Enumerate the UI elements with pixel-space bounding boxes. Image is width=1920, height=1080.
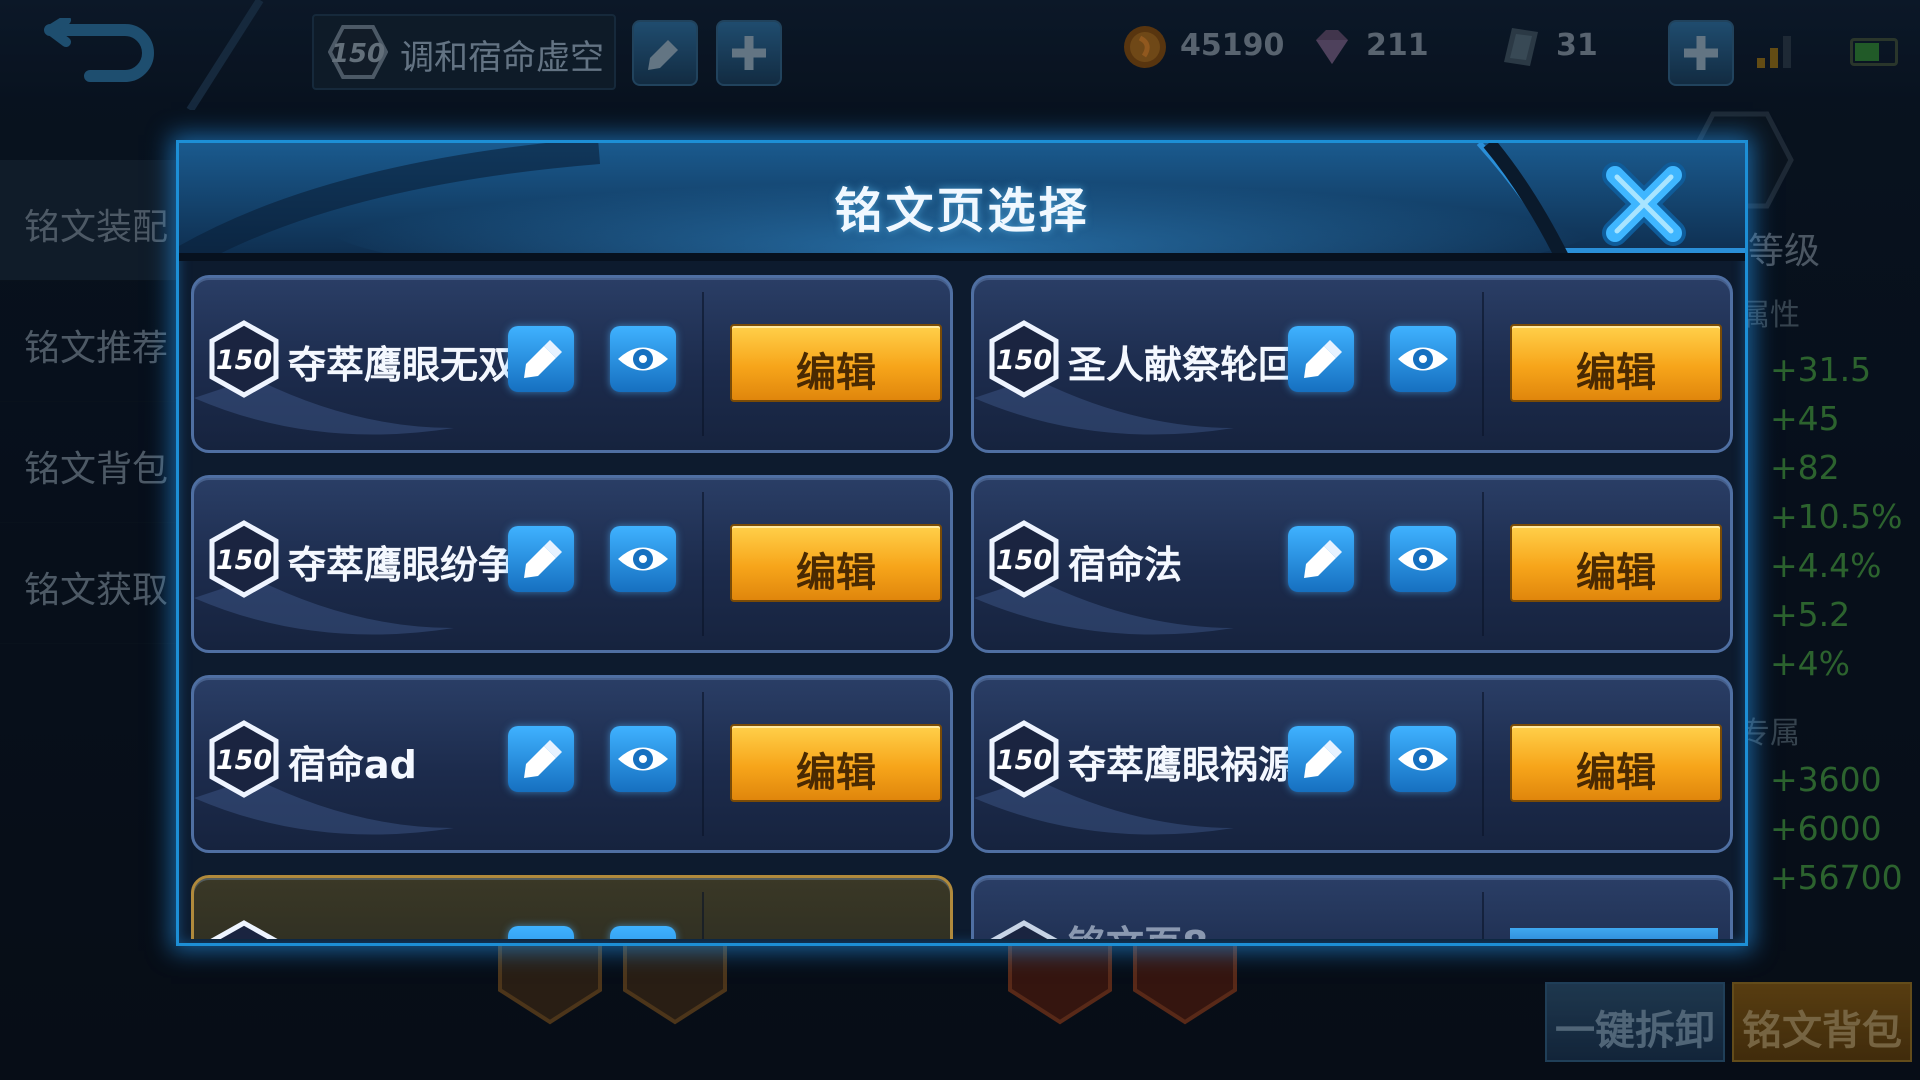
pencil-icon	[524, 540, 562, 578]
hexagon-badge-icon: 150	[989, 520, 1059, 598]
preview-button[interactable]	[1390, 326, 1456, 392]
rename-button[interactable]	[508, 526, 574, 592]
page-list: 150 夺萃鹰眼无双 编辑 150 圣人献祭轮回 编辑 150 夺萃鹰眼纷争 编…	[179, 263, 1745, 939]
close-icon[interactable]	[1599, 159, 1689, 249]
modal-header: 铭文页选择	[179, 143, 1745, 261]
hexagon-badge-icon: 150	[989, 720, 1059, 798]
edit-label: 编辑	[796, 550, 876, 596]
eye-icon	[1398, 547, 1448, 571]
page-name: 夺萃鹰眼祸源	[1068, 743, 1297, 787]
card-divider	[1482, 292, 1484, 436]
preview-button[interactable]	[1390, 526, 1456, 592]
edit-button[interactable]: 编辑	[1510, 724, 1722, 802]
pencil-icon	[1304, 740, 1342, 778]
pencil-icon	[1304, 540, 1342, 578]
card-divider	[702, 292, 704, 436]
preview-button[interactable]	[610, 526, 676, 592]
page-name: 夺萃鹰眼无双	[288, 343, 517, 387]
card-divider	[702, 892, 704, 939]
card-divider	[702, 492, 704, 636]
page-card[interactable]: 150 夺萃鹰眼纷争 编辑	[191, 475, 953, 653]
create-button[interactable]	[1510, 928, 1718, 939]
pencil-icon	[524, 340, 562, 378]
hexagon-badge-icon: 150	[209, 520, 279, 598]
edit-button[interactable]: 编辑	[730, 324, 942, 402]
card-divider	[1482, 892, 1484, 939]
page-level: 150	[216, 745, 272, 776]
edit-label: 编辑	[1576, 750, 1656, 796]
rename-button[interactable]	[1288, 726, 1354, 792]
edit-button[interactable]: 编辑	[730, 724, 942, 802]
page-name: 夺萃鹰眼纷争	[288, 543, 517, 587]
rename-button[interactable]	[508, 926, 574, 939]
eye-icon	[618, 547, 668, 571]
page-select-modal: 铭文页选择 150 夺萃鹰眼无双 编辑 150 圣人献祭轮回 编辑 150 夺萃…	[176, 140, 1748, 946]
hexagon-badge-icon: 150	[989, 320, 1059, 398]
preview-button[interactable]	[1390, 726, 1456, 792]
page-level: 150	[996, 545, 1052, 576]
rename-button[interactable]	[1288, 326, 1354, 392]
rename-button[interactable]	[508, 726, 574, 792]
page-card[interactable]: 150 夺萃鹰眼无双 编辑	[191, 275, 953, 453]
page-card[interactable]: 150 夺萃鹰眼祸源 编辑	[971, 675, 1733, 853]
hexagon-badge-icon	[210, 920, 278, 939]
page-level: 150	[216, 345, 272, 376]
modal-title: 铭文页选择	[834, 183, 1090, 239]
eye-icon	[618, 347, 668, 371]
page-name: 宿命ad	[288, 743, 417, 787]
page-level: 150	[996, 345, 1052, 376]
preview-button[interactable]	[610, 726, 676, 792]
card-divider	[1482, 692, 1484, 836]
preview-button[interactable]	[610, 926, 676, 939]
page-name: 铭文页8	[1068, 914, 1208, 939]
page-card-active[interactable]	[191, 875, 953, 939]
page-card[interactable]: 150 宿命ad 编辑	[191, 675, 953, 853]
page-name: 宿命法	[1068, 543, 1183, 587]
pencil-icon	[524, 740, 562, 778]
pencil-icon	[1304, 340, 1342, 378]
page-level: 150	[996, 745, 1052, 776]
page-name: 圣人献祭轮回	[1068, 343, 1297, 387]
eye-icon	[1398, 747, 1448, 771]
page-card[interactable]: 150 圣人献祭轮回 编辑	[971, 275, 1733, 453]
card-divider	[702, 692, 704, 836]
hexagon-badge-icon	[990, 920, 1058, 939]
edit-button[interactable]: 编辑	[730, 524, 942, 602]
hexagon-badge-icon: 150	[209, 720, 279, 798]
card-divider	[1482, 492, 1484, 636]
edit-button[interactable]: 编辑	[1510, 324, 1722, 402]
edit-label: 编辑	[1576, 550, 1656, 596]
page-level: 150	[216, 545, 272, 576]
preview-button[interactable]	[610, 326, 676, 392]
eye-icon	[1398, 347, 1448, 371]
page-card[interactable]: 150 宿命法 编辑	[971, 475, 1733, 653]
edit-button[interactable]: 编辑	[1510, 524, 1722, 602]
hexagon-badge-icon: 150	[209, 320, 279, 398]
edit-label: 编辑	[1576, 350, 1656, 396]
edit-label: 编辑	[796, 350, 876, 396]
rename-button[interactable]	[1288, 526, 1354, 592]
page-card[interactable]: 铭文页8	[971, 875, 1733, 939]
rename-button[interactable]	[508, 326, 574, 392]
eye-icon	[618, 747, 668, 771]
edit-label: 编辑	[796, 750, 876, 796]
